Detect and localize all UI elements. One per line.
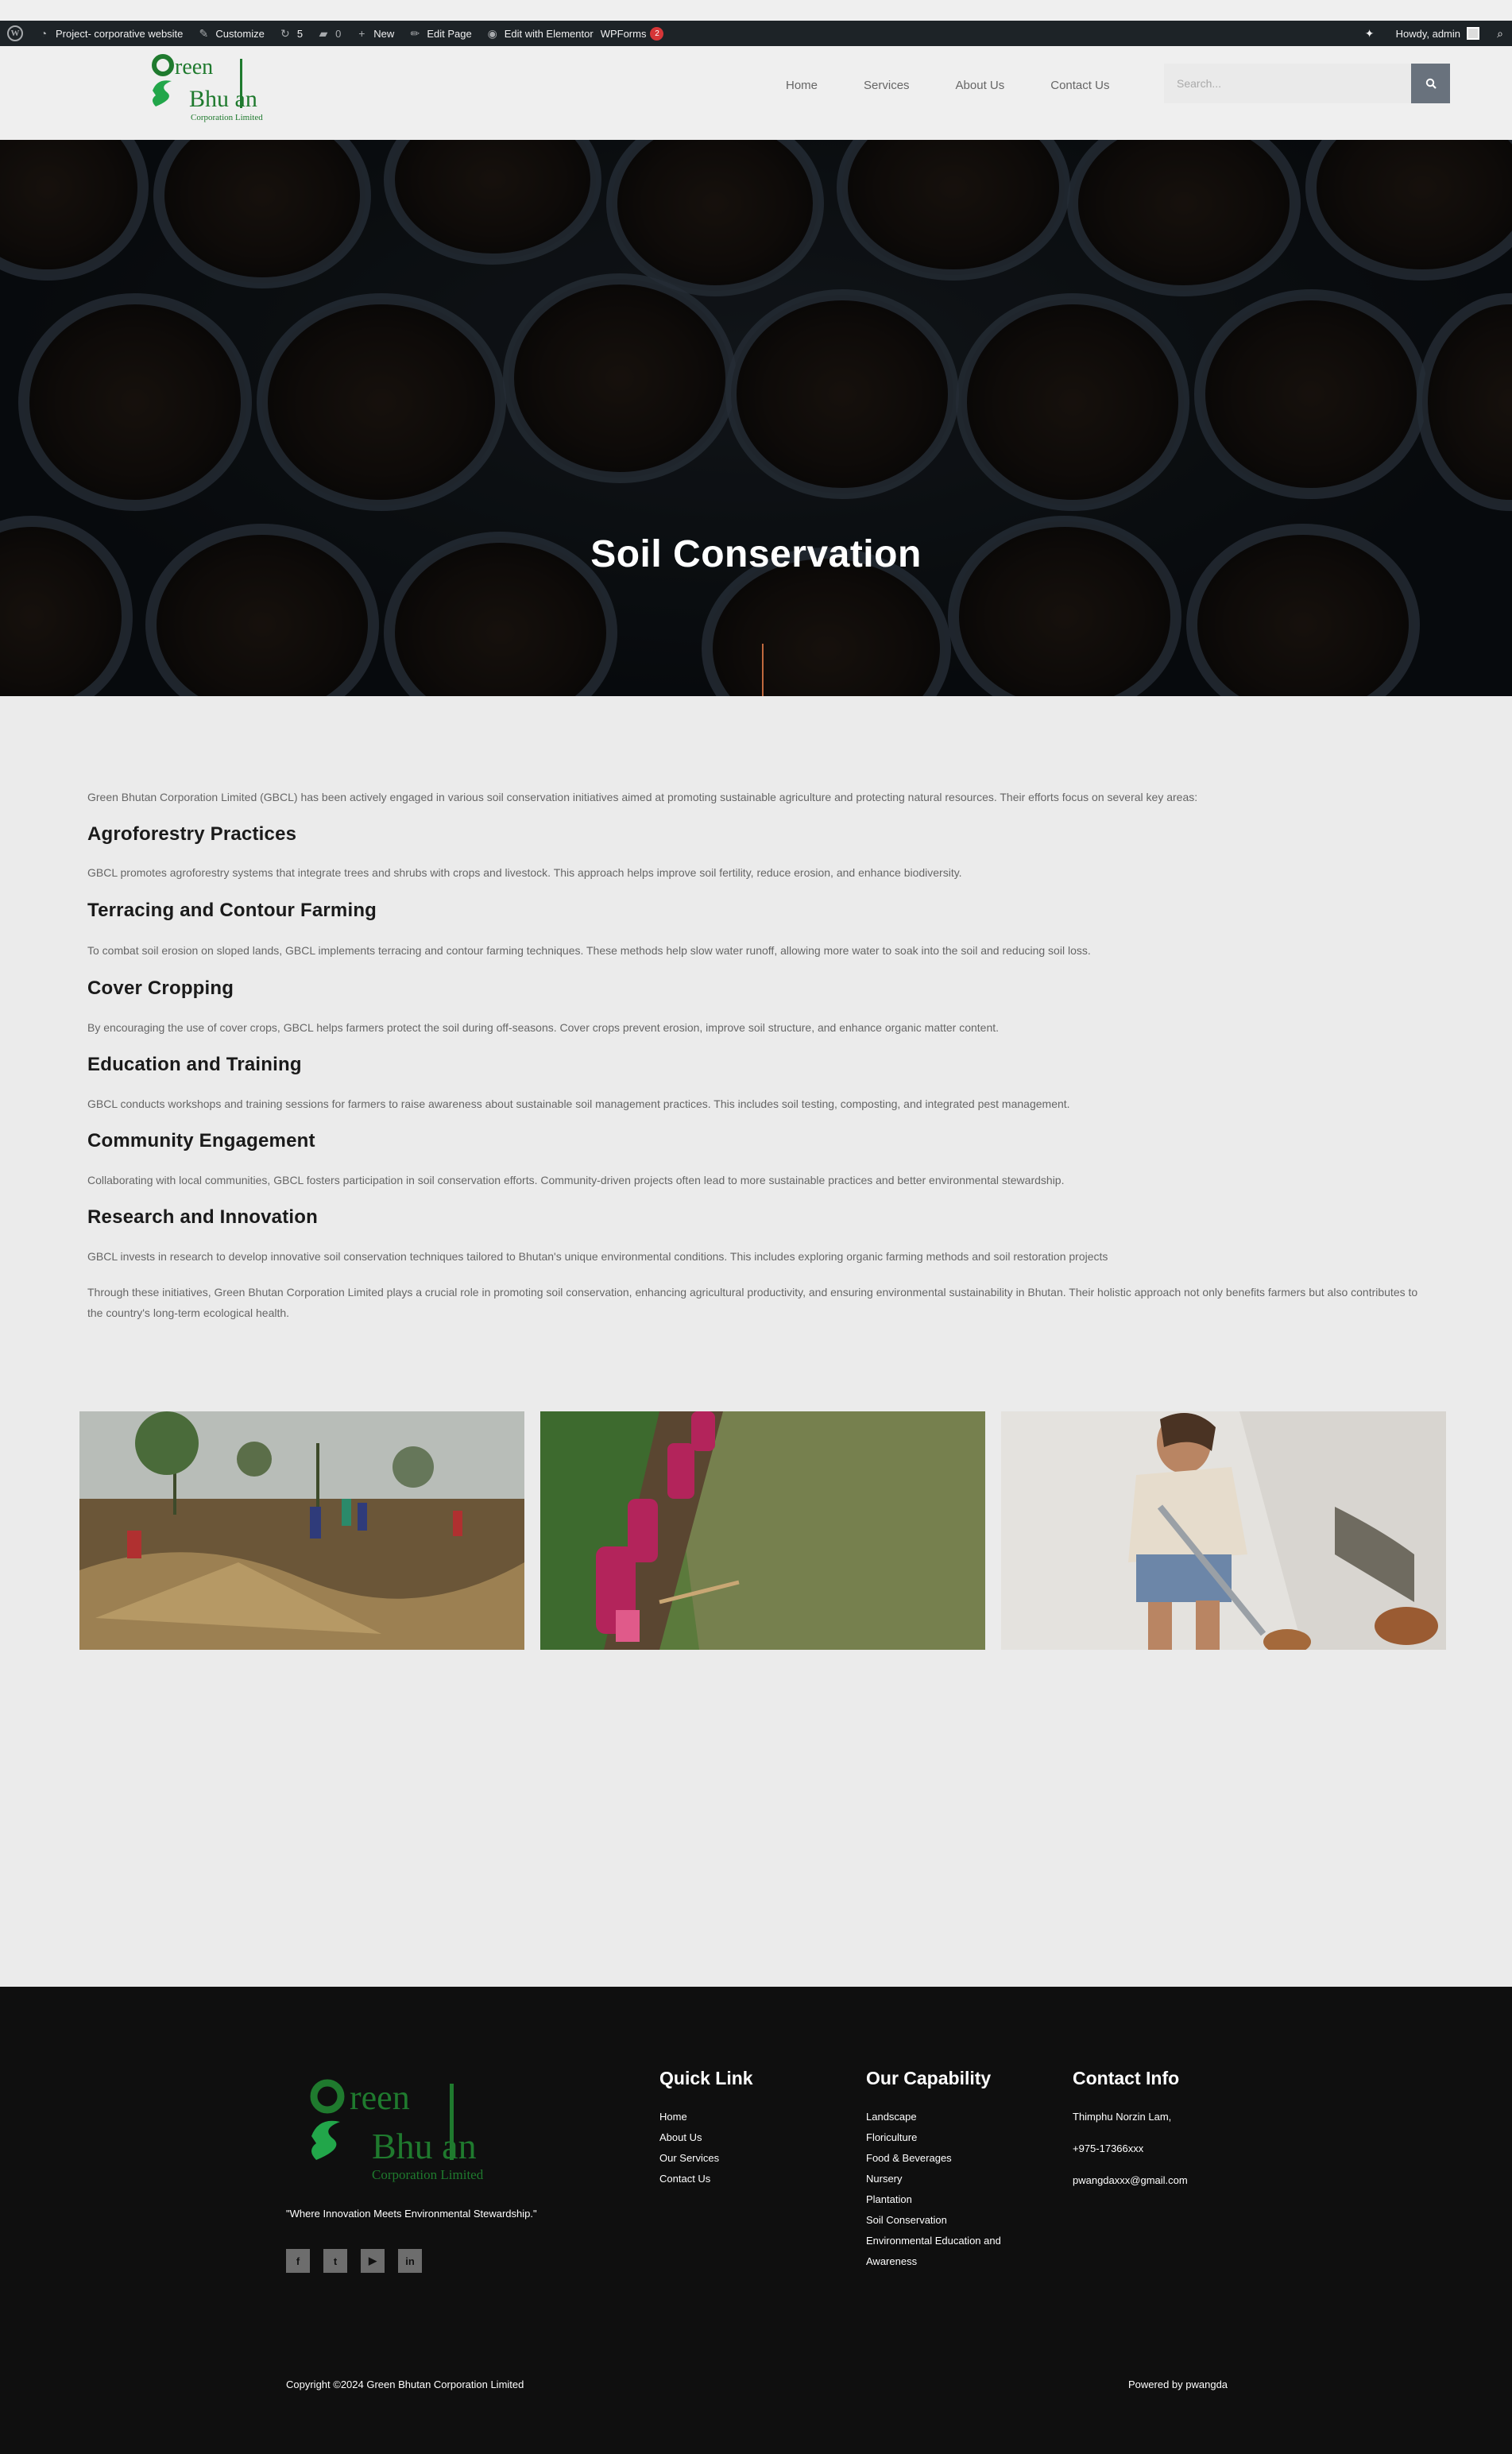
hero-banner: Soil Conservation <box>0 140 1512 696</box>
logo-text-top: reen <box>175 55 213 79</box>
section-text-community: Collaborating with local communities, GB… <box>87 1174 1065 1186</box>
youtube-icon[interactable]: ▶ <box>361 2249 385 2273</box>
section-heading-agroforestry: Agroforestry Practices <box>87 823 297 845</box>
footer-copyright: Copyright ©2024 Green Bhutan Corporation… <box>286 2379 524 2390</box>
my-account-link[interactable]: Howdy, admin <box>1389 21 1487 46</box>
wpforms-count-badge: 2 <box>650 26 664 41</box>
gallery-image-woman-digging[interactable] <box>1001 1411 1446 1650</box>
comments-link[interactable]: ▰ 0 <box>310 21 348 46</box>
brush-icon: ✎ <box>199 27 209 40</box>
site-header: reen Bhu an Corporation Limited Home Ser… <box>0 46 1512 140</box>
elementor-icon: ◉ <box>487 27 497 40</box>
image-gallery <box>79 1411 1446 1650</box>
browser-top-strip <box>0 0 1512 21</box>
intro-paragraph: Green Bhutan Corporation Limited (GBCL) … <box>87 791 1198 803</box>
search-icon: ⌕ <box>1497 27 1503 40</box>
linkedin-icon[interactable]: in <box>398 2249 422 2273</box>
sparkle-icon: ✦ <box>1364 27 1375 40</box>
pencil-icon: ✏ <box>410 27 420 40</box>
twitter-icon[interactable]: t <box>323 2249 347 2273</box>
search-icon <box>1425 78 1437 89</box>
wp-admin-bar: W ◔ Project- corporative website ✎ Customi… <box>0 21 1512 46</box>
new-content-link[interactable]: + New <box>348 21 401 46</box>
facebook-icon[interactable]: f <box>286 2249 310 2273</box>
footer-quick-link-title: Quick Link <box>659 2068 753 2088</box>
gallery-image-field-workers[interactable] <box>79 1411 524 1650</box>
main-nav: Home Services About Us Contact Us <box>763 74 1132 98</box>
search-form <box>1164 64 1450 103</box>
section-text-research: GBCL invests in research to develop inno… <box>87 1250 1108 1263</box>
footer-capability: Our Capability Landscape Floriculture Fo… <box>866 2068 1001 2272</box>
footer-capability-floriculture[interactable]: Floriculture <box>866 2127 1001 2148</box>
wordpress-icon: W <box>7 25 23 41</box>
comment-icon: ▰ <box>319 27 328 40</box>
footer-capability-food-beverages[interactable]: Food & Beverages <box>866 2148 1001 2169</box>
footer-quick-links: Quick Link Home About Us Our Services Co… <box>659 2068 753 2189</box>
nav-about-us[interactable]: About Us <box>956 74 1005 98</box>
footer-capability-title: Our Capability <box>866 2068 992 2088</box>
section-heading-research: Research and Innovation <box>87 1206 318 1228</box>
site-footer: reen Bhu an Corporation Limited "Where I… <box>0 1987 1512 2454</box>
hero-background-image <box>0 140 1512 696</box>
section-text-terracing: To combat soil erosion on sloped lands, … <box>87 944 1091 957</box>
footer-contact-phone[interactable]: +975-17366xxx <box>1073 2139 1188 2159</box>
footer-powered-by: Powered by pwangda <box>1128 2379 1228 2390</box>
logo-subtitle: Corporation Limited <box>191 113 263 122</box>
section-text-education: GBCL conducts workshops and training ses… <box>87 1097 1070 1110</box>
hero-accent-line <box>762 644 764 696</box>
footer-logo[interactable]: reen Bhu an Corporation Limited <box>308 2076 515 2187</box>
dashboard-icon: ◔ <box>40 27 48 40</box>
ai-assistant-button[interactable]: ✦ <box>1356 21 1389 46</box>
admin-search-button[interactable]: ⌕ <box>1487 21 1512 46</box>
section-heading-community: Community Engagement <box>87 1130 315 1152</box>
search-input[interactable] <box>1164 64 1411 103</box>
footer-logo-text-bottom: Bhu an <box>372 2126 477 2166</box>
section-text-cover-cropping: By encouraging the use of cover crops, G… <box>87 1021 1000 1034</box>
footer-contact-address: Thimphu Norzin Lam, <box>1073 2111 1172 2123</box>
footer-capability-landscape[interactable]: Landscape <box>866 2107 1001 2127</box>
nav-services[interactable]: Services <box>864 74 910 98</box>
footer-capability-plantation[interactable]: Plantation <box>866 2189 1001 2210</box>
avatar <box>1467 27 1479 40</box>
footer-tagline: "Where Innovation Meets Environmental St… <box>286 2208 537 2220</box>
customize-link[interactable]: ✎ Customize <box>190 21 271 46</box>
edit-elementor-link[interactable]: ◉ Edit with Elementor <box>479 21 601 46</box>
conclusion-paragraph: Through these initiatives, Green Bhutan … <box>87 1286 1418 1319</box>
edit-page-link[interactable]: ✏ Edit Page <box>401 21 478 46</box>
logo-tower-mark <box>240 59 242 108</box>
site-logo[interactable]: reen Bhu an Corporation Limited <box>149 52 284 124</box>
footer-logo-subtitle: Corporation Limited <box>372 2167 484 2182</box>
gallery-image-terrace-planting[interactable] <box>540 1411 985 1650</box>
refresh-icon: ↻ <box>280 27 290 40</box>
footer-capability-environmental-education[interactable]: Environmental Education and <box>866 2231 1001 2251</box>
logo-text-bottom: Bhu an <box>189 86 257 112</box>
footer-capability-awareness[interactable]: Awareness <box>866 2251 1001 2272</box>
footer-link-about-us[interactable]: About Us <box>659 2127 753 2148</box>
nav-home[interactable]: Home <box>786 74 818 98</box>
footer-logo-text-top: reen <box>350 2078 410 2117</box>
social-links: f t ▶ in <box>286 2249 422 2273</box>
site-name-link[interactable]: ◔ Project- corporative website <box>30 21 190 46</box>
footer-capability-nursery[interactable]: Nursery <box>866 2169 1001 2189</box>
plus-icon: + <box>358 27 365 40</box>
footer-link-contact-us[interactable]: Contact Us <box>659 2169 753 2189</box>
footer-capability-soil-conservation[interactable]: Soil Conservation <box>866 2210 1001 2231</box>
logo-s-mark <box>153 80 172 106</box>
footer-link-home[interactable]: Home <box>659 2107 753 2127</box>
page-title: Soil Conservation <box>590 533 922 575</box>
section-text-agroforestry: GBCL promotes agroforestry systems that … <box>87 866 962 879</box>
section-heading-education: Education and Training <box>87 1054 302 1075</box>
wpforms-link[interactable]: WPForms 2 <box>601 21 671 46</box>
footer-contact-title: Contact Info <box>1073 2068 1180 2088</box>
footer-link-our-services[interactable]: Our Services <box>659 2148 753 2169</box>
footer-contact-info: Contact Info Thimphu Norzin Lam, +975-17… <box>1073 2068 1188 2191</box>
logo-leaf-mark <box>152 54 174 76</box>
updates-link[interactable]: ↻ 5 <box>272 21 310 46</box>
footer-contact-email[interactable]: pwangdaxxx@gmail.com <box>1073 2170 1188 2191</box>
wordpress-logo-button[interactable]: W <box>0 21 30 46</box>
search-button[interactable] <box>1411 64 1450 103</box>
nav-contact-us[interactable]: Contact Us <box>1050 74 1109 98</box>
section-heading-terracing: Terracing and Contour Farming <box>87 900 377 921</box>
section-heading-cover-cropping: Cover Cropping <box>87 977 234 999</box>
